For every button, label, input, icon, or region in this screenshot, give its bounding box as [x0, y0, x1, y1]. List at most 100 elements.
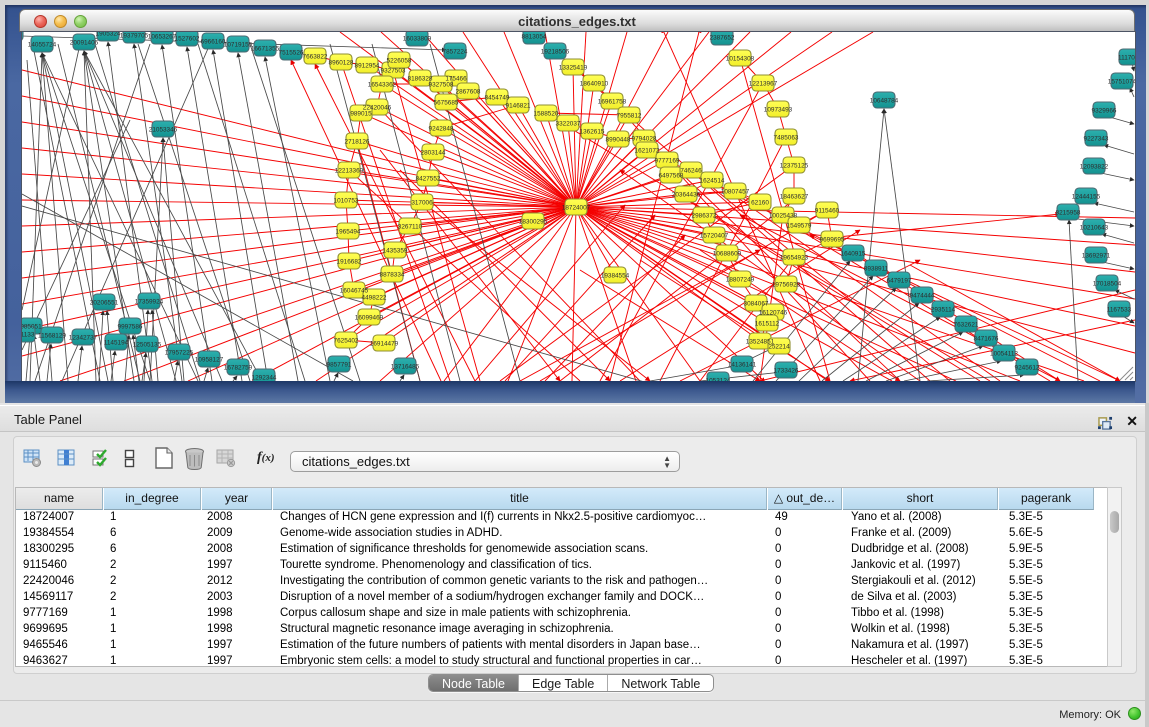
svg-text:1916682: 1916682 — [337, 258, 362, 265]
svg-text:16671355: 16671355 — [251, 45, 280, 52]
svg-text:1905324: 1905324 — [96, 32, 121, 37]
svg-text:317006: 317006 — [411, 199, 433, 206]
svg-text:1167533: 1167533 — [1107, 306, 1132, 313]
svg-text:1145194: 1145194 — [104, 339, 129, 346]
svg-text:20091406: 20091406 — [70, 39, 99, 46]
svg-text:14136141: 14136141 — [728, 361, 757, 368]
svg-text:15751074: 15751074 — [1108, 78, 1135, 85]
svg-text:7955812: 7955812 — [617, 112, 642, 119]
svg-text:7632621: 7632621 — [954, 321, 979, 328]
svg-text:12505135: 12505135 — [133, 341, 162, 348]
svg-text:1624514: 1624514 — [700, 177, 725, 184]
svg-text:1010753: 1010753 — [334, 197, 359, 204]
svg-text:9997586: 9997586 — [118, 323, 143, 330]
svg-text:18807249: 18807249 — [726, 276, 755, 283]
svg-text:9245612: 9245612 — [1015, 364, 1040, 371]
svg-text:3267110: 3267110 — [398, 223, 423, 230]
svg-text:19756928: 19756928 — [772, 281, 801, 288]
svg-text:9857791: 9857791 — [327, 361, 352, 368]
svg-text:5675685: 5675685 — [434, 99, 459, 106]
svg-text:17018504: 17018504 — [1093, 280, 1122, 287]
svg-text:10154308: 10154308 — [726, 55, 755, 62]
svg-text:8427552: 8427552 — [416, 175, 441, 182]
svg-text:8878334: 8878334 — [380, 271, 405, 278]
svg-text:12213369: 12213369 — [335, 167, 364, 174]
svg-text:18724007: 18724007 — [562, 204, 591, 211]
svg-text:62160: 62160 — [751, 199, 769, 206]
svg-text:7515526: 7515526 — [279, 49, 304, 56]
svg-text:5226058: 5226058 — [387, 57, 412, 64]
svg-text:7625402: 7625402 — [334, 337, 359, 344]
svg-text:1733426: 1733426 — [774, 367, 799, 374]
svg-text:9699695: 9699695 — [820, 236, 845, 243]
svg-text:13325419: 13325419 — [559, 64, 588, 71]
svg-text:9242848: 9242848 — [429, 125, 454, 132]
svg-text:16120746: 16120746 — [759, 309, 788, 316]
svg-text:7663822: 7663822 — [303, 53, 328, 60]
svg-text:13716485: 13716485 — [391, 363, 420, 370]
svg-text:8471676: 8471676 — [974, 335, 999, 342]
svg-text:8454749: 8454749 — [485, 94, 510, 101]
svg-text:16543362: 16543362 — [368, 81, 397, 88]
svg-text:4498222: 4498222 — [362, 294, 387, 301]
svg-text:9327508: 9327508 — [429, 81, 454, 88]
svg-text:10807457: 10807457 — [721, 188, 750, 195]
svg-text:17957225: 17957225 — [165, 349, 194, 356]
svg-text:17359924: 17359924 — [135, 298, 164, 305]
svg-text:2803144: 2803144 — [421, 149, 446, 156]
svg-text:1292344: 1292344 — [252, 374, 277, 381]
svg-text:1549579: 1549579 — [787, 222, 812, 229]
svg-text:10025438: 10025438 — [769, 212, 798, 219]
svg-text:20206551: 20206551 — [90, 299, 119, 306]
svg-text:10973493: 10973493 — [764, 106, 793, 113]
svg-text:989015: 989015 — [350, 110, 372, 117]
svg-text:9146821: 9146821 — [506, 102, 531, 109]
svg-text:10688609: 10688609 — [713, 250, 742, 257]
svg-text:16033809: 16033809 — [403, 35, 432, 42]
svg-text:16099469: 16099469 — [355, 314, 384, 321]
svg-text:1640915: 1640915 — [841, 250, 866, 257]
svg-text:11568129: 11568129 — [38, 332, 66, 339]
svg-text:3084067: 3084067 — [744, 300, 769, 307]
svg-text:2867608: 2867608 — [456, 88, 481, 95]
svg-text:1965494: 1965494 — [336, 228, 361, 235]
svg-text:3322037: 3322037 — [556, 120, 581, 127]
svg-text:1615112: 1615112 — [755, 320, 780, 327]
svg-text:10648784: 10648784 — [870, 97, 899, 104]
svg-text:252214: 252214 — [768, 343, 790, 350]
svg-text:9794028: 9794028 — [632, 135, 657, 142]
svg-text:10210643: 10210643 — [1080, 224, 1109, 231]
svg-text:19654923: 19654923 — [780, 254, 809, 261]
svg-text:16046745: 16046745 — [340, 287, 369, 294]
svg-text:2986372: 2986372 — [692, 212, 717, 219]
svg-text:1117063: 1117063 — [1118, 54, 1135, 61]
svg-text:8938911: 8938911 — [864, 265, 889, 272]
svg-text:2387652: 2387652 — [710, 34, 735, 41]
svg-text:1435359: 1435359 — [383, 247, 408, 254]
svg-text:9474444: 9474444 — [910, 292, 935, 299]
svg-text:8912954: 8912954 — [355, 62, 380, 69]
svg-text:1527602: 1527602 — [175, 35, 200, 42]
svg-text:2718126: 2718126 — [345, 138, 370, 145]
svg-text:19384554: 19384554 — [601, 272, 630, 279]
svg-text:8990448: 8990448 — [606, 136, 631, 143]
svg-text:9777169: 9777169 — [655, 157, 680, 164]
svg-text:16914479: 16914479 — [370, 340, 399, 347]
svg-text:13692971: 13692971 — [1082, 252, 1111, 259]
svg-text:8960128: 8960128 — [329, 59, 354, 66]
svg-text:12093822: 12093822 — [1080, 163, 1109, 170]
svg-text:18300295: 18300295 — [519, 218, 548, 225]
svg-text:7857224: 7857224 — [443, 48, 468, 55]
svg-text:18463627: 18463627 — [780, 193, 809, 200]
svg-text:746246: 746246 — [680, 167, 702, 174]
svg-text:985051: 985051 — [22, 323, 42, 330]
svg-text:9115460: 9115460 — [815, 207, 840, 214]
svg-text:10054112: 10054112 — [990, 350, 1018, 357]
svg-text:9327503: 9327503 — [381, 67, 406, 74]
svg-text:9329966: 9329966 — [1092, 107, 1117, 114]
svg-text:2935114: 2935114 — [931, 306, 956, 313]
svg-text:12444155: 12444155 — [1072, 193, 1101, 200]
svg-text:7485063: 7485063 — [774, 134, 799, 141]
svg-text:19218506: 19218506 — [541, 48, 570, 55]
svg-text:9227343: 9227343 — [1084, 135, 1109, 142]
